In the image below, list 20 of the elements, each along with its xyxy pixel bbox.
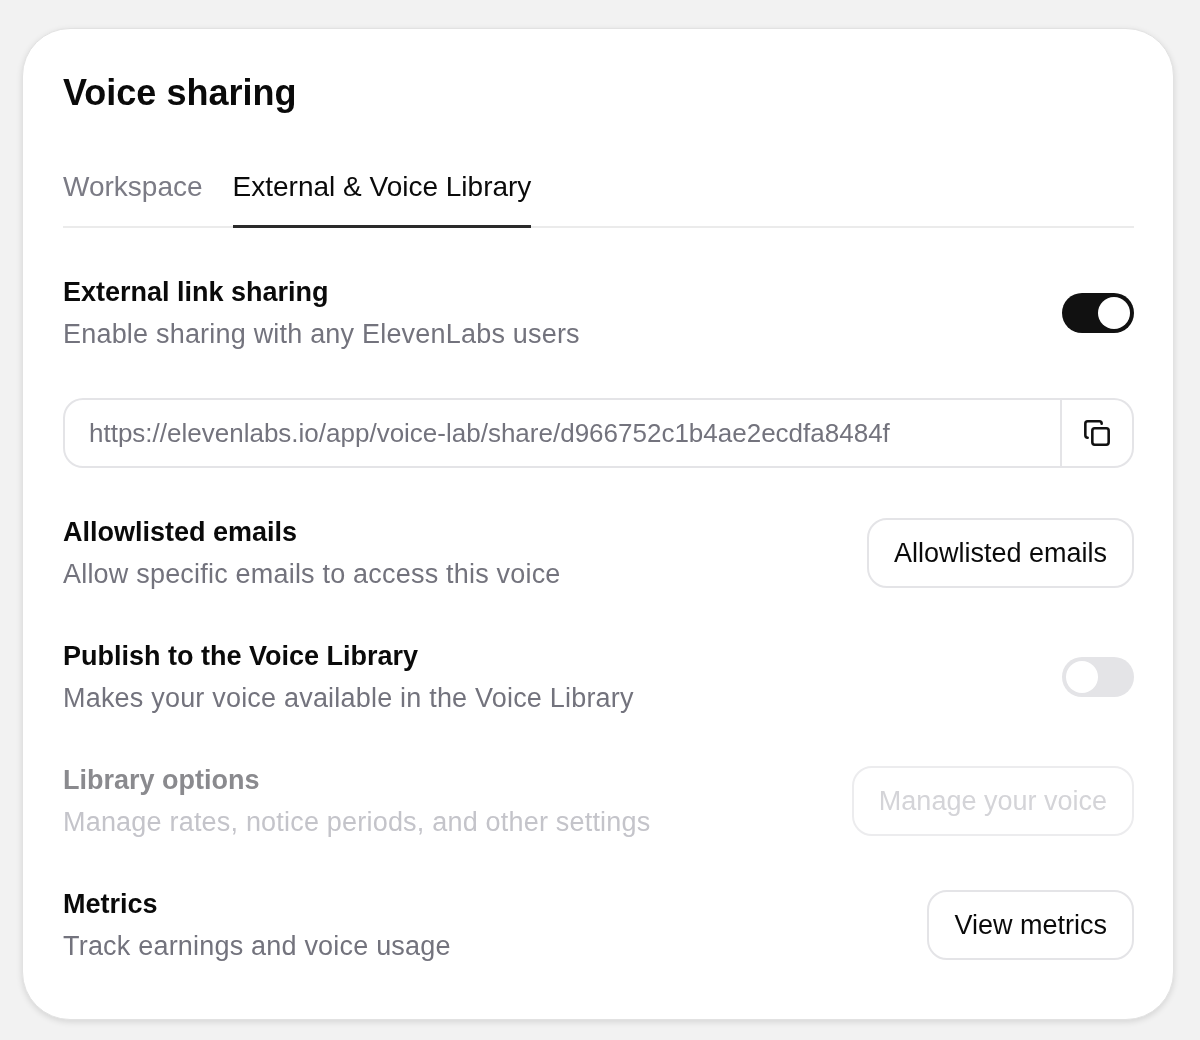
action-button[interactable]: Allowlisted emails [866, 518, 1134, 588]
tab[interactable]: Workspace [63, 169, 203, 228]
setting-title: External link sharing [63, 276, 330, 309]
setting-title: Publish to the Voice Library [63, 640, 420, 673]
setting-description: Manage rates, notice periods, and other settings [63, 806, 651, 839]
toggle-switch[interactable] [1062, 657, 1134, 697]
setting-description: Track earnings and voice usage [63, 930, 451, 963]
setting-description: Allow specific emails to access this voice [63, 558, 561, 591]
setting-description: Enable sharing with any ElevenLabs users [63, 318, 580, 351]
tab[interactable]: External & Voice Library [232, 169, 532, 228]
setting-title: Library options [63, 764, 261, 797]
copy-icon [1083, 419, 1111, 447]
setting-title: Metrics [63, 888, 159, 921]
copy-button[interactable] [1061, 398, 1134, 468]
action-button[interactable]: View metrics [927, 890, 1134, 960]
share-link-field[interactable]: https://elevenlabs.io/app/voice-lab/share/d966752c1b4ae2ecdfa8484f [63, 398, 1061, 468]
toggle-switch[interactable] [1062, 293, 1134, 333]
setting-title: Allowlisted emails [63, 516, 299, 549]
dialog-title: Voice sharing [63, 71, 298, 115]
setting-description: Makes your voice available in the Voice Library [63, 682, 634, 715]
